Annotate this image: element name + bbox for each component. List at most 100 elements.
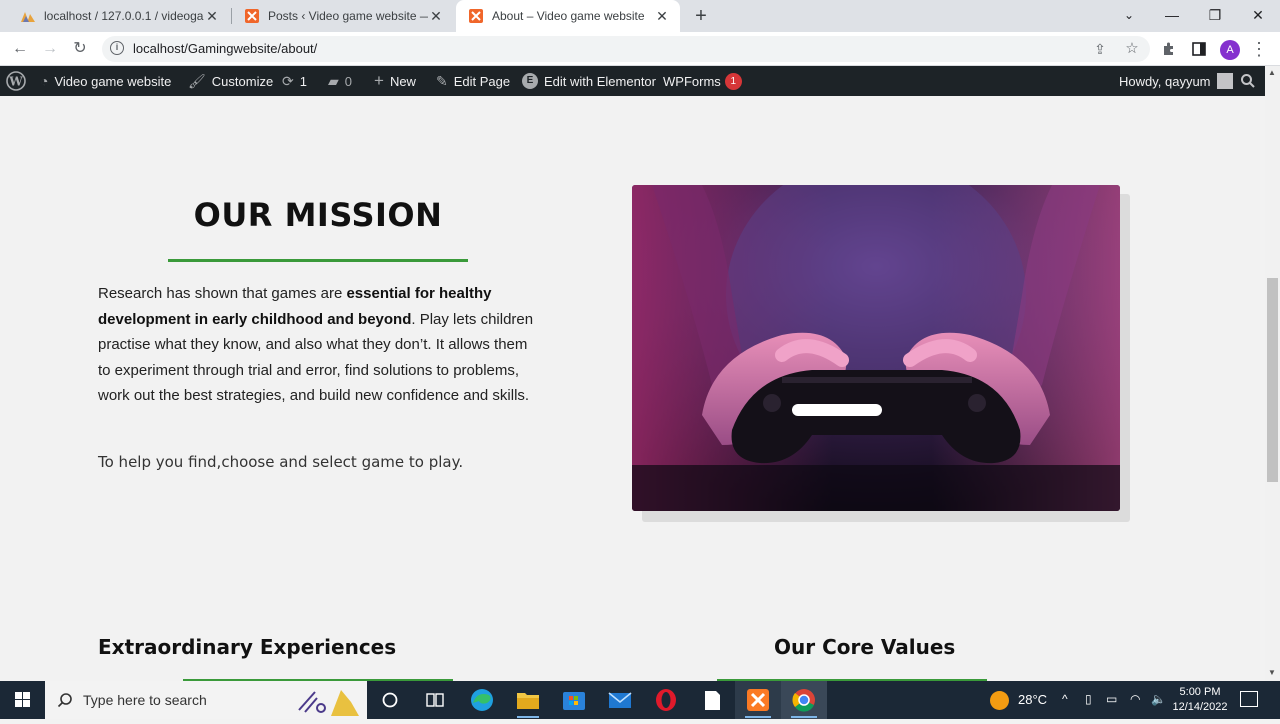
microsoft-store-icon[interactable] bbox=[551, 681, 597, 719]
windows-taskbar: Type here to search 28°C ^ ▯ ▭ ◠ 🔈 5:00 … bbox=[0, 681, 1280, 719]
weather-sun-icon[interactable] bbox=[990, 691, 1009, 710]
restore-icon[interactable]: ❐ bbox=[1193, 0, 1237, 32]
side-panel-icon[interactable] bbox=[1187, 37, 1211, 61]
wpforms-notification-badge: 1 bbox=[724, 72, 742, 90]
site-info-icon[interactable]: i bbox=[110, 41, 124, 55]
wordpress-theme-icon bbox=[469, 9, 483, 23]
temperature-text: 28°C bbox=[1018, 692, 1048, 707]
tab-phpmyadmin[interactable]: localhost / 127.0.0.1 / videogame ✕ bbox=[8, 0, 230, 32]
site-name-label: Video game website bbox=[54, 73, 172, 89]
chrome-browser-icon[interactable] bbox=[781, 681, 827, 719]
wordpress-logo-icon[interactable]: W bbox=[6, 66, 26, 96]
paintbrush-icon: 🖌 bbox=[188, 72, 206, 89]
admin-elementor[interactable]: E Edit with Elementor bbox=[522, 66, 656, 96]
scrollbar-thumb[interactable] bbox=[1267, 278, 1278, 482]
plus-icon: + bbox=[374, 71, 384, 90]
new-label: New bbox=[389, 73, 416, 89]
tab-title: Posts ‹ Video game website — W bbox=[268, 9, 428, 23]
taskbar-clock[interactable]: 5:00 PM 12/14/2022 bbox=[1170, 685, 1230, 715]
elementor-label: Edit with Elementor bbox=[544, 73, 656, 89]
phpmyadmin-icon bbox=[21, 12, 35, 22]
bookmark-star-icon[interactable]: ☆ bbox=[1120, 37, 1144, 61]
browser-tab-strip: localhost / 127.0.0.1 / videogame ✕ Post… bbox=[0, 0, 1280, 32]
address-bar[interactable]: i localhost/Gamingwebsite/about/ ⇪ ☆ bbox=[102, 36, 1150, 62]
wpforms-label: WPForms bbox=[663, 73, 721, 89]
help-text: To help you find,choose and select game … bbox=[98, 453, 464, 471]
tab-title: About – Video game website bbox=[492, 9, 645, 23]
core-values-heading: Our Core Values bbox=[774, 635, 956, 659]
browser-toolbar: ← → ↻ i localhost/Gamingwebsite/about/ ⇪… bbox=[0, 32, 1280, 66]
profile-avatar[interactable]: A bbox=[1220, 40, 1240, 60]
file-explorer-icon[interactable] bbox=[505, 681, 551, 719]
device-icon[interactable]: ▯ bbox=[1085, 692, 1092, 706]
notepad-document-icon[interactable] bbox=[689, 681, 735, 719]
search-highlight-illustration-icon bbox=[298, 690, 359, 716]
mission-divider bbox=[168, 259, 468, 262]
clock-date: 12/14/2022 bbox=[1172, 701, 1228, 713]
wordpress-theme-icon bbox=[245, 9, 259, 23]
tab-search-icon[interactable]: ⌄ bbox=[1107, 0, 1151, 32]
extraordinary-experiences-heading: Extraordinary Experiences bbox=[98, 635, 397, 659]
admin-updates[interactable]: ⟳ 1 bbox=[282, 66, 307, 96]
search-placeholder: Type here to search bbox=[83, 692, 207, 708]
pencil-icon: ✎ bbox=[436, 72, 448, 89]
comments-count: 0 bbox=[344, 73, 353, 89]
close-tab-icon[interactable]: ✕ bbox=[428, 8, 444, 24]
notification-center-icon[interactable] bbox=[1240, 691, 1258, 707]
close-tab-icon[interactable]: ✕ bbox=[654, 8, 670, 24]
battery-icon[interactable]: ▭ bbox=[1106, 692, 1117, 706]
task-view-icon[interactable] bbox=[412, 681, 458, 719]
user-avatar-icon bbox=[1216, 73, 1233, 89]
tab-title: localhost / 127.0.0.1 / videogame bbox=[44, 9, 204, 23]
admin-account[interactable]: Howdy, qayyum bbox=[1119, 66, 1233, 96]
mission-heading: OUR MISSION bbox=[193, 196, 443, 234]
show-hidden-icons-chevron-icon[interactable]: ^ bbox=[1062, 692, 1068, 706]
tab-posts[interactable]: Posts ‹ Video game website — W ✕ bbox=[232, 0, 454, 32]
elementor-icon: E bbox=[522, 73, 538, 89]
volume-speaker-icon[interactable]: 🔈 bbox=[1151, 692, 1166, 706]
admin-search-icon[interactable] bbox=[1240, 66, 1256, 96]
admin-wpforms[interactable]: WPForms 1 bbox=[663, 66, 742, 96]
cortana-circle-icon[interactable] bbox=[367, 681, 413, 719]
extensions-puzzle-icon[interactable] bbox=[1157, 37, 1181, 61]
admin-new[interactable]: + New bbox=[374, 66, 416, 96]
dashboard-gauge-icon: ◔ bbox=[40, 73, 49, 89]
opera-browser-icon[interactable] bbox=[643, 681, 689, 719]
taskbar-search-box[interactable]: Type here to search bbox=[45, 681, 367, 719]
close-window-icon[interactable]: ✕ bbox=[1236, 0, 1280, 32]
forward-arrow-icon[interactable]: → bbox=[38, 37, 62, 61]
wifi-icon[interactable]: ◠ bbox=[1130, 692, 1140, 706]
edit-page-label: Edit Page bbox=[453, 73, 511, 89]
page-content: OUR MISSION Research has shown that game… bbox=[0, 96, 1265, 681]
customize-label: Customize bbox=[211, 73, 274, 89]
scroll-up-arrow-icon[interactable]: ▲ bbox=[1268, 68, 1276, 77]
search-icon bbox=[57, 693, 72, 708]
windows-start-icon[interactable] bbox=[0, 681, 46, 719]
admin-site-name[interactable]: ◔ Video game website bbox=[40, 66, 171, 96]
admin-edit-page[interactable]: ✎ Edit Page bbox=[436, 66, 510, 96]
browser-menu-icon[interactable]: ⋮ bbox=[1247, 37, 1271, 61]
svg-text:W: W bbox=[8, 75, 23, 89]
clock-time: 5:00 PM bbox=[1179, 686, 1221, 698]
minimize-icon[interactable]: — bbox=[1150, 0, 1194, 32]
howdy-label: Howdy, qayyum bbox=[1119, 73, 1211, 89]
close-tab-icon[interactable]: ✕ bbox=[204, 8, 220, 24]
mission-text-intro: Research has shown that games are bbox=[98, 285, 347, 302]
mail-icon[interactable] bbox=[597, 681, 643, 719]
scroll-down-arrow-icon[interactable]: ▼ bbox=[1268, 668, 1276, 677]
wp-admin-bar: W ◔ Video game website 🖌 Customize ⟳ 1 ▰… bbox=[0, 66, 1265, 96]
tab-about[interactable]: About – Video game website ✕ bbox=[456, 0, 680, 32]
comment-bubble-icon: ▰ bbox=[328, 72, 339, 89]
back-arrow-icon[interactable]: ← bbox=[8, 37, 32, 61]
updates-count: 1 bbox=[299, 73, 307, 89]
share-icon[interactable]: ⇪ bbox=[1088, 37, 1112, 61]
xampp-icon[interactable] bbox=[735, 681, 781, 719]
admin-comments[interactable]: ▰ 0 bbox=[328, 66, 352, 96]
gamer-controller-image bbox=[632, 185, 1120, 511]
new-tab-button[interactable]: + bbox=[690, 4, 712, 28]
updates-refresh-icon: ⟳ bbox=[282, 72, 294, 89]
edge-browser-icon[interactable] bbox=[459, 681, 505, 719]
reload-icon[interactable]: ↻ bbox=[68, 37, 92, 61]
admin-customize[interactable]: 🖌 Customize bbox=[188, 66, 273, 96]
page-scrollbar[interactable]: ▲ ▼ bbox=[1265, 66, 1280, 681]
